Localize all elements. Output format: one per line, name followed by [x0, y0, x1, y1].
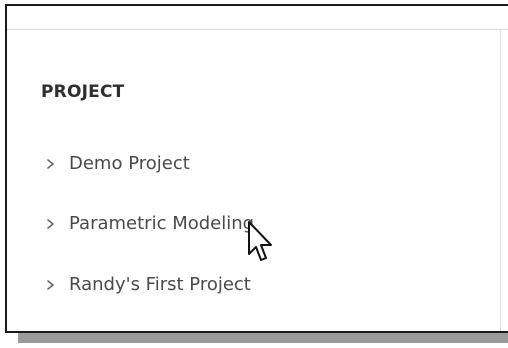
chevron-right-icon: [47, 159, 54, 169]
window-shadow: [18, 333, 508, 343]
project-item-randys-first-project[interactable]: Randy's First Project: [43, 271, 251, 299]
window-frame: PROJECT Demo Project Parametric Modeling…: [5, 4, 508, 333]
panel-divider: [500, 30, 501, 331]
project-panel: PROJECT Demo Project Parametric Modeling…: [7, 30, 500, 331]
project-item-parametric-modeling[interactable]: Parametric Modeling: [43, 210, 254, 238]
chevron-right-icon: [47, 219, 54, 229]
project-item-demo-project[interactable]: Demo Project: [43, 150, 190, 178]
project-item-label: Parametric Modeling: [69, 213, 255, 234]
chevron-right-icon: [47, 280, 54, 290]
project-item-label: Demo Project: [69, 153, 190, 174]
project-item-label: Randy's First Project: [69, 274, 251, 295]
section-title: PROJECT: [41, 82, 125, 102]
